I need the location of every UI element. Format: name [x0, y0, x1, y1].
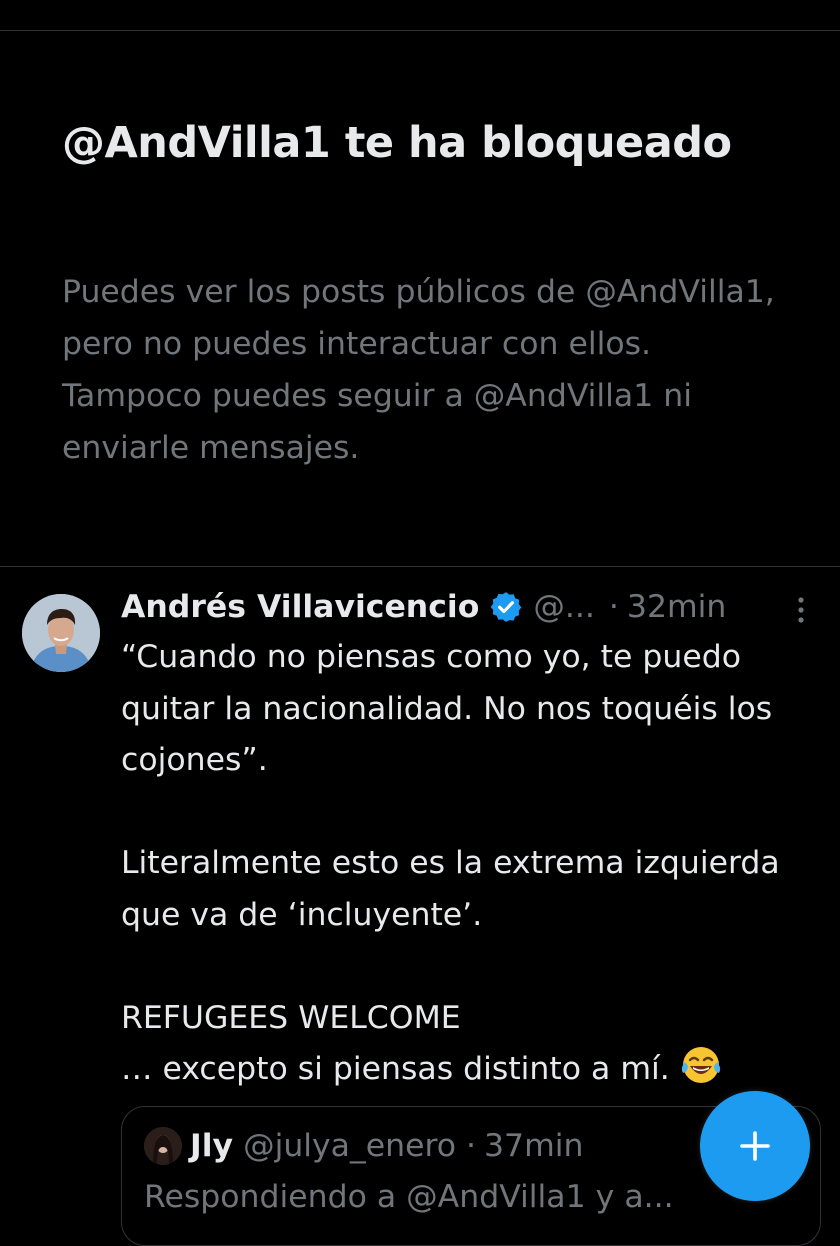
quoted-tweet-time: 37min [484, 1128, 584, 1164]
blocked-title: @AndVilla1 te ha bloqueado [62, 118, 732, 168]
tweet-text: “Cuando no piensas como yo, te puedo qui… [121, 632, 821, 1096]
quoted-tweet-header: Jly @julya_enero · 37min [144, 1127, 583, 1165]
tweet-text-line: REFUGEES WELCOME [121, 999, 461, 1036]
tweet-text-line: … excepto si piensas distinto a mí. [121, 1051, 670, 1087]
author-name[interactable]: Andrés Villavicencio [121, 589, 479, 625]
top-divider [0, 30, 840, 31]
section-divider [0, 566, 840, 567]
blocked-description: Puedes ver los posts públicos de @AndVil… [62, 274, 775, 466]
tweet-header: Andrés Villavicencio @... · 32min [121, 584, 726, 630]
author-handle[interactable]: @... [533, 589, 595, 625]
plus-icon [740, 1131, 770, 1161]
avatar-image [22, 594, 100, 672]
quoted-tweet-text: Respondiendo a @AndVilla1 y a... [144, 1179, 674, 1215]
tweet-time[interactable]: 32min [627, 589, 726, 625]
quoted-author-name: Jly [190, 1128, 234, 1164]
author-avatar[interactable] [22, 594, 100, 672]
face-with-tears-of-joy-icon [680, 1044, 722, 1086]
compose-button[interactable] [700, 1091, 810, 1201]
more-vertical-icon[interactable] [792, 594, 810, 626]
verified-badge-icon [489, 590, 523, 624]
tweet-text-line: “Cuando no piensas como yo, te puedo qui… [121, 639, 773, 778]
quoted-author-handle: @julya_enero [243, 1128, 456, 1164]
quoted-author-avatar [144, 1127, 182, 1165]
tweet-text-last-line: … excepto si piensas distinto a mí. [121, 1044, 821, 1096]
header-separator: · [608, 589, 619, 625]
quoted-header-separator: · [465, 1128, 476, 1164]
tweet-text-line: Literalmente esto es la extrema izquierd… [121, 845, 780, 933]
